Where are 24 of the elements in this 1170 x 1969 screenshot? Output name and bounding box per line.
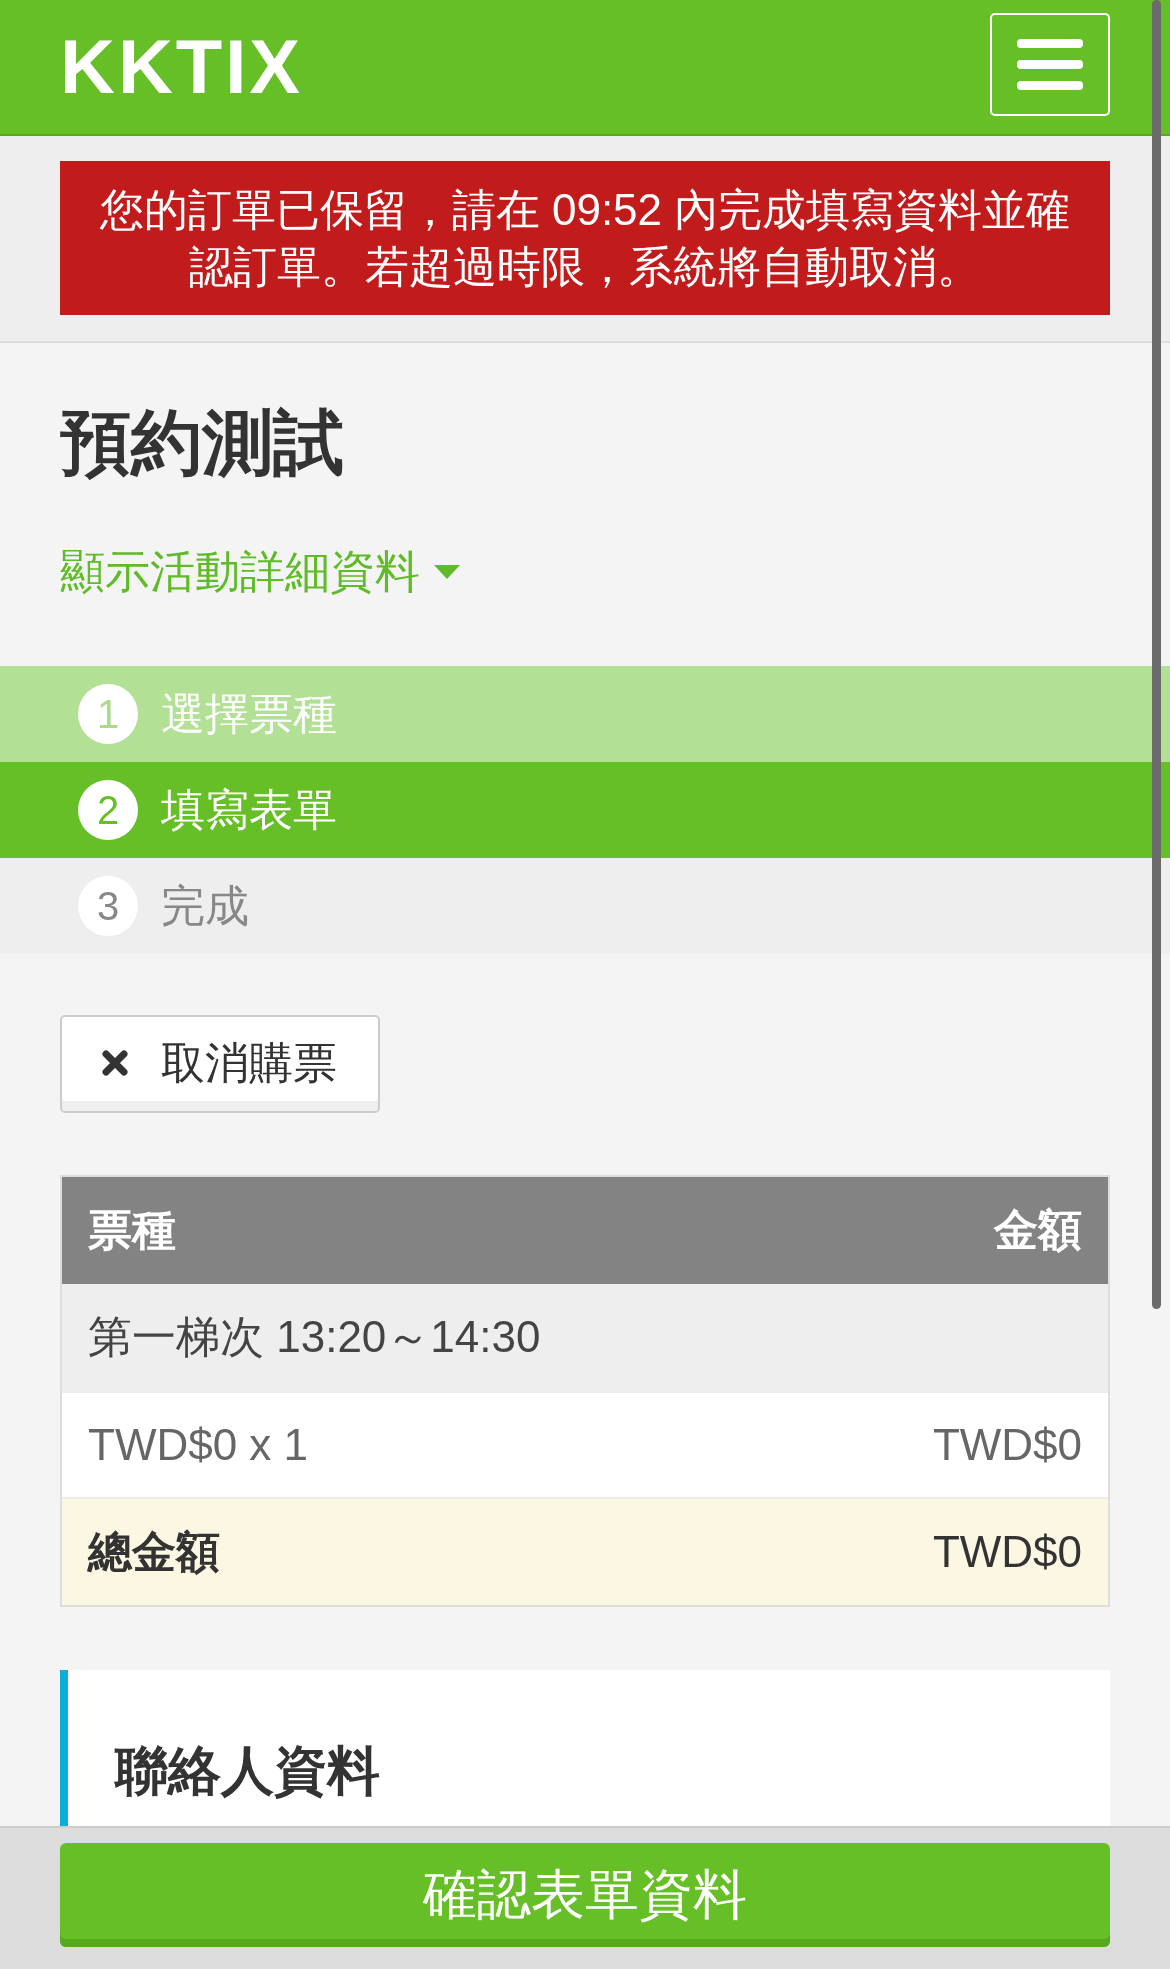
column-header: 金額 bbox=[994, 1204, 1082, 1256]
cancel-button[interactable]: 取消購票 bbox=[60, 1015, 380, 1113]
event-title: 預約測試 bbox=[60, 402, 344, 484]
logo[interactable]: KKTIX bbox=[60, 29, 303, 105]
column-header: 票種 bbox=[88, 1204, 176, 1256]
step-label: 填寫表單 bbox=[161, 784, 337, 836]
event-details-link[interactable]: 顯示活動詳細資料 bbox=[60, 543, 460, 601]
step-number: 3 bbox=[78, 876, 138, 936]
total-label: 總金額 bbox=[88, 1525, 220, 1578]
menu-button[interactable] bbox=[990, 12, 1110, 116]
step-number: 2 bbox=[78, 780, 138, 840]
ticket-cell: TWD$0 x 1 bbox=[88, 1420, 309, 1470]
step-number: 1 bbox=[78, 684, 138, 744]
section-title: 聯絡人資料 bbox=[115, 1740, 380, 1802]
submit-button[interactable]: 確認表單資料 bbox=[60, 1843, 1110, 1947]
step-label: 完成 bbox=[161, 880, 249, 932]
step-label: 選擇票種 bbox=[161, 688, 337, 740]
scrollbar-thumb[interactable] bbox=[1152, 0, 1161, 1309]
close-icon bbox=[102, 1050, 128, 1076]
total-amount: TWD$0 bbox=[932, 1527, 1082, 1577]
amount-cell: TWD$0 bbox=[932, 1420, 1082, 1470]
menu-icon bbox=[1017, 38, 1083, 90]
session-cell: 第一梯次 13:20～14:30 bbox=[62, 1284, 1108, 1391]
reservation-alert: 您的訂單已保留，請在 09:52 內完成填寫資料並確認訂單。若超過時限，系統將自動取消。 bbox=[60, 161, 1110, 315]
